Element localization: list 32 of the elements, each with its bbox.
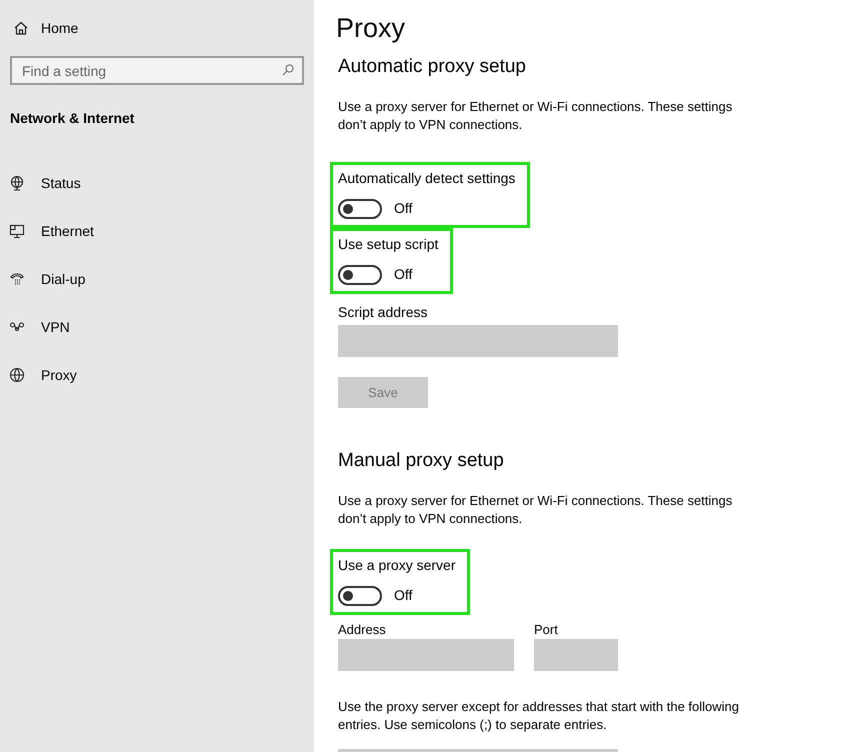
home-icon (13, 20, 29, 36)
toggle-label: Use setup script (338, 235, 438, 254)
sidebar-item[interactable]: VPN (0, 303, 314, 351)
description-text: Use the proxy server except for addresses that start with the following entries. Use semicolons (;) to separate entries. (338, 698, 740, 734)
description-text: Use a proxy server for Ethernet or Wi-Fi connections. These settings don’t apply to VPN connections. (338, 492, 734, 528)
toggle-switch[interactable] (338, 198, 382, 218)
toggle-switch[interactable] (338, 586, 382, 606)
search-icon (282, 64, 294, 76)
section-heading: Network & Internet (9, 109, 134, 128)
toggle-label: Automatically detect settings (338, 169, 516, 188)
toggle-state: Off (394, 586, 412, 605)
page-title: Proxy (336, 12, 406, 45)
sidebar-item[interactable]: Proxy (0, 351, 314, 399)
toggle-state: Off (394, 199, 412, 218)
monitor-icon (9, 223, 25, 239)
phone-icon (9, 271, 25, 287)
sidebar-item[interactable]: Status (0, 159, 314, 207)
field-label: Port (534, 621, 558, 639)
globe-monitor-icon (9, 175, 25, 191)
globe-icon (9, 367, 25, 383)
description-text: Use a proxy server for Ethernet or Wi-Fi connections. These settings don’t apply to VPN connections. (338, 98, 734, 134)
toggle-switch[interactable] (338, 264, 382, 284)
toggle-label: Use a proxy server (338, 556, 456, 575)
field-label: Address (338, 621, 386, 639)
search-field[interactable]: Find a setting (10, 56, 304, 85)
section-title: Manual proxy setup (338, 449, 504, 473)
home-link[interactable]: Home (0, 0, 86, 56)
sidebar-item[interactable]: Dial-up (0, 255, 314, 303)
toggle-state: Off (394, 265, 412, 284)
section-title: Automatic proxy setup (338, 55, 526, 79)
field-label: Script address (338, 303, 428, 322)
sidebar-item[interactable]: Ethernet (0, 207, 314, 255)
